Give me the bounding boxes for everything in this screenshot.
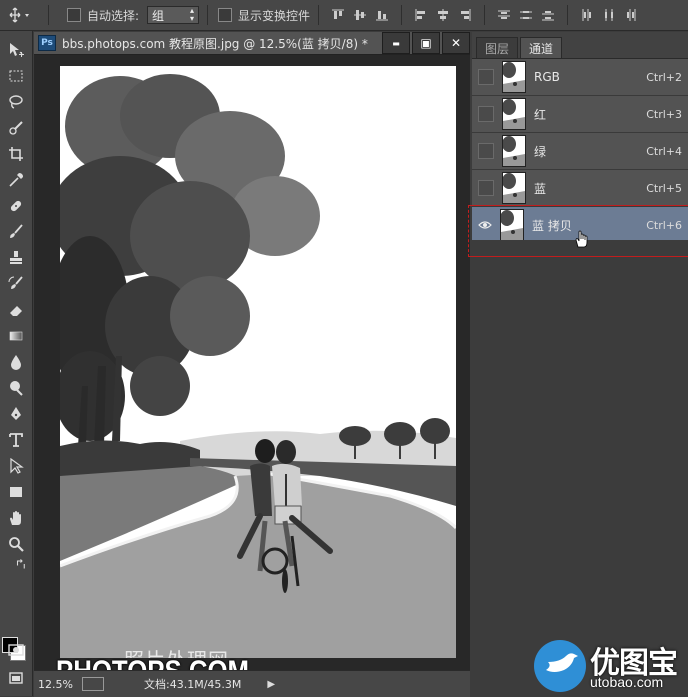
utobao-logo: 优图宝 utobao.com [534,636,688,696]
quick-selection-tool-icon[interactable] [0,115,32,141]
status-bar: 12.5% 文档:43.1M/45.3M ▶ [34,670,470,697]
hand-tool-icon[interactable] [0,505,32,531]
distribute-bottom-icon[interactable] [537,5,559,25]
close-icon: ✕ [450,36,462,50]
bird-logo-icon [534,640,586,692]
distribute-left-icon[interactable] [576,5,598,25]
crop-tool-icon[interactable] [0,141,32,167]
path-selection-tool-icon[interactable] [0,453,32,479]
distribute-hcenter-icon[interactable] [598,5,620,25]
marquee-tool-icon[interactable] [0,63,32,89]
distribute-top-icon[interactable] [493,5,515,25]
panel-empty-area [472,240,688,696]
channel-row-rgb[interactable]: RGB Ctrl+2 [472,59,688,96]
photo-image [60,66,456,658]
move-tool-icon[interactable] [0,37,32,63]
blur-tool-icon[interactable] [0,349,32,375]
zoom-level[interactable]: 12.5% [38,675,82,693]
channel-name: 蓝 [534,181,547,196]
dropdown-arrows-icon: ▴ ▾ [190,6,195,23]
restore-button[interactable]: ▣ [412,32,440,54]
separator [401,5,403,25]
restore-icon: ▣ [420,36,432,50]
panel-tabs: 图层 通道 [472,32,688,59]
move-tool-icon[interactable] [0,3,40,27]
separator [207,5,209,25]
rectangle-tool-icon[interactable] [0,479,32,505]
channel-shortcut: Ctrl+5 [646,181,682,195]
document-title: bbs.photops.com 教程原图.jpg @ 12.5%(蓝 拷贝/8)… [62,36,368,51]
eyedropper-tool-icon[interactable] [0,167,32,193]
visibility-toggle[interactable] [478,143,494,159]
clone-stamp-tool-icon[interactable] [0,245,32,271]
auto-select-value: 组 [152,8,165,23]
history-brush-tool-icon[interactable] [0,271,32,297]
visibility-toggle[interactable] [478,180,494,196]
canvas-area[interactable]: 照片处理网 PHOTOPS.COM [34,55,470,688]
channel-row-blue[interactable]: 蓝 Ctrl+5 [472,170,688,207]
channel-thumbnail [502,135,526,167]
close-button[interactable]: ✕ [442,32,470,54]
align-vcenter-icon[interactable] [349,5,371,25]
visibility-toggle[interactable] [478,69,494,85]
align-bottom-icon[interactable] [371,5,393,25]
distribute-vcenter-icon[interactable] [515,5,537,25]
status-menu-arrow-icon[interactable]: ▶ [267,679,275,690]
channel-name: 绿 [534,144,547,159]
tools-panel [0,31,33,696]
tab-channels[interactable]: 通道 [520,37,563,58]
options-bar: 自动选择: 组 ▴ ▾ 显示变换控件 [0,0,688,31]
photo-canvas[interactable]: 照片处理网 [60,66,456,658]
channel-thumbnail [502,98,526,130]
pen-tool-icon[interactable] [0,401,32,427]
screen-mode-icon[interactable] [0,665,32,691]
minimize-icon: ▬ [392,38,400,48]
type-tool-icon[interactable] [0,427,32,453]
document-window: Ps bbs.photops.com 教程原图.jpg @ 12.5%(蓝 拷贝… [34,32,470,697]
channel-row-green[interactable]: 绿 Ctrl+4 [472,133,688,170]
brush-tool-icon[interactable] [0,219,32,245]
tab-layers[interactable]: 图层 [476,37,519,58]
gradient-tool-icon[interactable] [0,323,32,349]
visibility-toggle[interactable] [478,106,494,122]
hand-cursor-icon [574,230,590,251]
show-transform-checkbox[interactable] [218,8,233,22]
swap-colors-icon[interactable] [0,557,32,571]
lasso-tool-icon[interactable] [0,89,32,115]
auto-select-label: 自动选择: [87,8,140,23]
document-tab[interactable]: Ps bbs.photops.com 教程原图.jpg @ 12.5%(蓝 拷贝… [34,32,470,55]
photoshop-doc-icon: Ps [38,35,56,51]
separator [318,5,320,25]
show-transform-label: 显示变换控件 [238,8,311,23]
logo-url-text: utobao.com [590,674,664,690]
channel-name: 红 [534,107,547,122]
channel-thumbnail [502,61,526,93]
align-top-icon[interactable] [327,5,349,25]
channel-thumbnail [502,172,526,204]
separator [567,5,569,25]
channels-panel: 图层 通道 RGB Ctrl+2 红 Ctrl+3 绿 Ctrl+4 蓝 Ctr… [472,32,688,696]
zoom-tool-icon[interactable] [0,531,32,557]
distribute-right-icon[interactable] [620,5,642,25]
auto-select-checkbox[interactable] [67,8,81,22]
status-icon[interactable] [82,677,104,691]
align-right-icon[interactable] [454,5,476,25]
separator [48,5,49,25]
align-left-icon[interactable] [410,5,432,25]
eraser-tool-icon[interactable] [0,297,32,323]
dodge-tool-icon[interactable] [0,375,32,401]
channel-row-red[interactable]: 红 Ctrl+3 [472,96,688,133]
channel-name: RGB [534,70,560,84]
healing-brush-tool-icon[interactable] [0,193,32,219]
channel-shortcut: Ctrl+3 [646,107,682,121]
channel-shortcut: Ctrl+4 [646,144,682,158]
quick-mask-icon[interactable] [0,637,32,663]
document-info: 文档:43.1M/45.3M [144,678,242,691]
channel-shortcut: Ctrl+2 [646,70,682,84]
minimize-button[interactable]: ▬ [382,32,410,54]
align-hcenter-icon[interactable] [432,5,454,25]
auto-select-dropdown[interactable]: 组 ▴ ▾ [147,6,200,24]
separator [484,5,486,25]
window-controls: ▬ ▣ ✕ [380,32,470,54]
